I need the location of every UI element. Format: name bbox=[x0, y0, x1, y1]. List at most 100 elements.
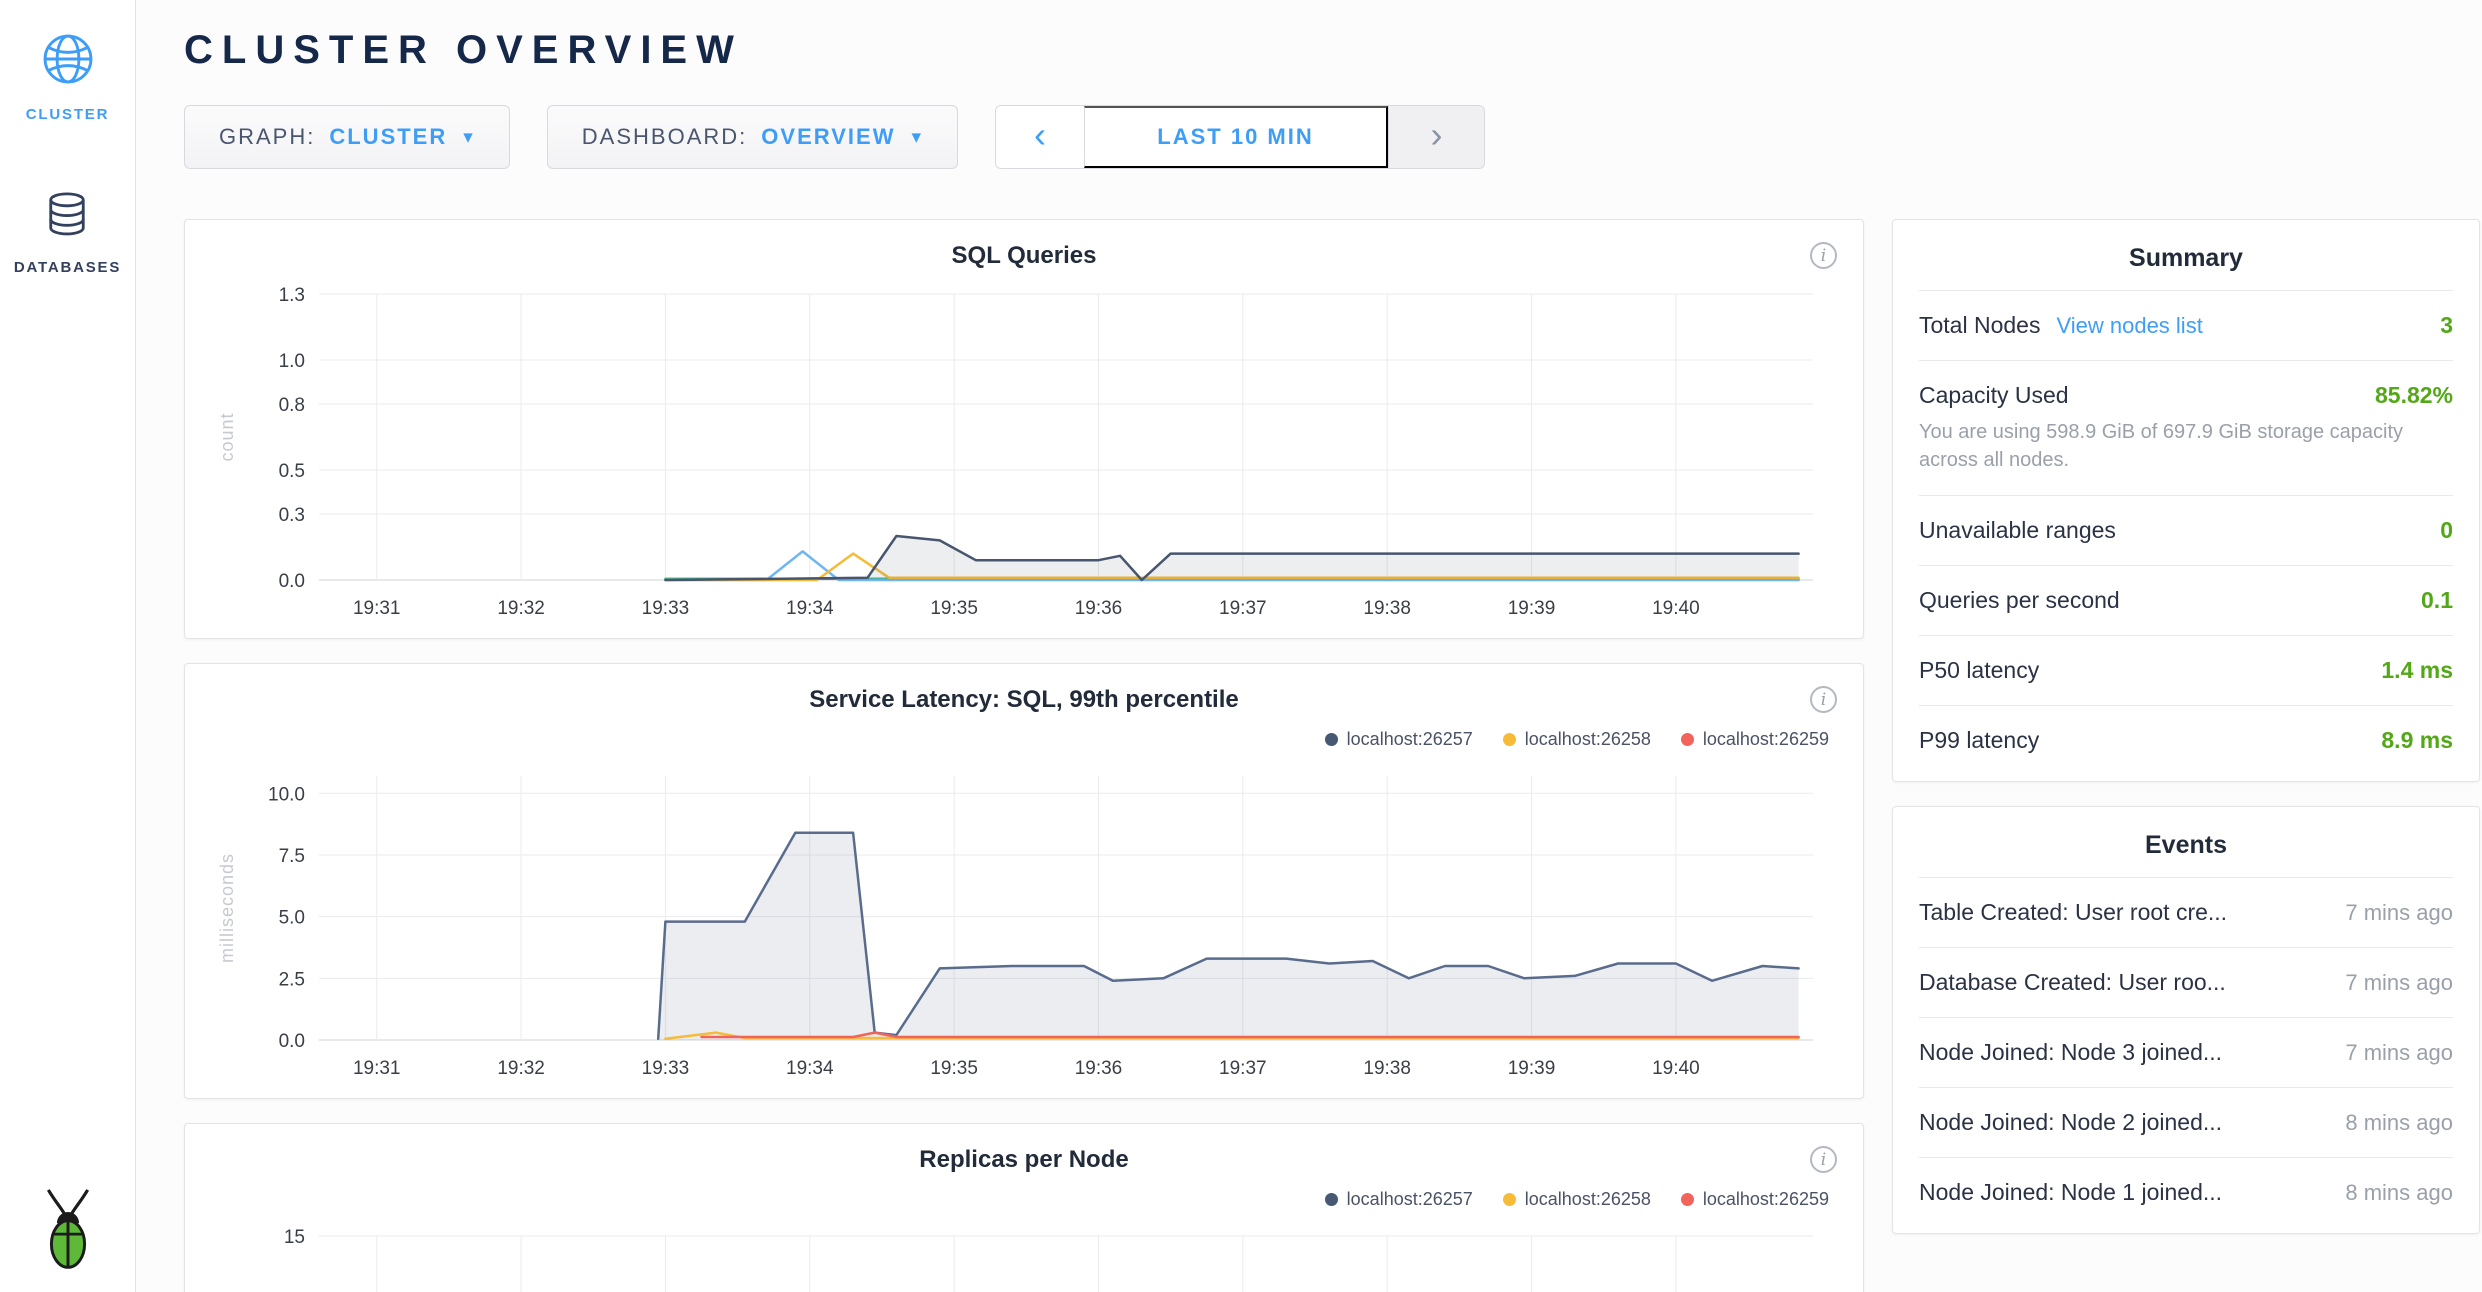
event-row[interactable]: Table Created: User root cre... 7 mins a… bbox=[1919, 878, 2453, 948]
svg-text:19:39: 19:39 bbox=[1508, 598, 1556, 619]
svg-text:19:40: 19:40 bbox=[1652, 598, 1700, 619]
svg-text:0.0: 0.0 bbox=[279, 1031, 305, 1052]
cockroachdb-logo bbox=[31, 1185, 105, 1276]
p99-label: P99 latency bbox=[1919, 727, 2039, 754]
chart-legend: localhost:26257 localhost:26258 localhost:… bbox=[209, 726, 1829, 752]
summary-row-total-nodes: Total Nodes View nodes list 3 bbox=[1919, 291, 2453, 361]
event-time: 8 mins ago bbox=[2345, 1110, 2453, 1136]
total-nodes-value: 3 bbox=[2440, 312, 2453, 339]
time-prev-button[interactable]: ‹ bbox=[996, 106, 1084, 168]
graph-dropdown-label: GRAPH: bbox=[219, 124, 315, 150]
event-text: Node Joined: Node 2 joined... bbox=[1919, 1109, 2222, 1136]
chevron-left-icon: ‹ bbox=[1034, 114, 1046, 156]
dashboard-content: SQL Queries i 0.00.30.50.81.01.319:3119:… bbox=[184, 219, 2482, 1292]
svg-text:19:36: 19:36 bbox=[1075, 1058, 1123, 1079]
svg-text:19:33: 19:33 bbox=[642, 1058, 690, 1079]
svg-text:0.3: 0.3 bbox=[279, 505, 305, 526]
summary-row-p50: P50 latency 1.4 ms bbox=[1919, 636, 2453, 706]
info-icon[interactable]: i bbox=[1810, 686, 1837, 713]
unavailable-ranges-label: Unavailable ranges bbox=[1919, 517, 2116, 544]
event-text: Node Joined: Node 3 joined... bbox=[1919, 1039, 2222, 1066]
chart-card-service-latency: Service Latency: SQL, 99th percentile i … bbox=[184, 663, 1864, 1099]
event-row[interactable]: Node Joined: Node 3 joined... 7 mins ago bbox=[1919, 1018, 2453, 1088]
graph-dropdown[interactable]: GRAPH: CLUSTER ▾ bbox=[184, 105, 510, 169]
svg-text:19:32: 19:32 bbox=[497, 1058, 545, 1079]
view-nodes-link[interactable]: View nodes list bbox=[2056, 313, 2202, 339]
svg-text:19:32: 19:32 bbox=[497, 598, 545, 619]
total-nodes-label: Total Nodes bbox=[1919, 312, 2040, 339]
legend-item[interactable]: localhost:26259 bbox=[1681, 1189, 1829, 1210]
summary-row-qps: Queries per second 0.1 bbox=[1919, 566, 2453, 636]
legend-item[interactable]: localhost:26259 bbox=[1681, 729, 1829, 750]
chart-title: Service Latency: SQL, 99th percentile bbox=[209, 686, 1839, 714]
chart-title: Replicas per Node bbox=[209, 1146, 1839, 1174]
svg-text:0.5: 0.5 bbox=[279, 461, 305, 482]
svg-text:7.5: 7.5 bbox=[279, 846, 305, 867]
chart-card-sql-queries: SQL Queries i 0.00.30.50.81.01.319:3119:… bbox=[184, 219, 1864, 639]
svg-text:19:38: 19:38 bbox=[1363, 1058, 1411, 1079]
chart-legend: localhost:26257 localhost:26258 localhost:… bbox=[209, 1186, 1829, 1212]
capacity-label: Capacity Used bbox=[1919, 382, 2069, 409]
event-text: Table Created: User root cre... bbox=[1919, 899, 2227, 926]
event-time: 7 mins ago bbox=[2345, 1040, 2453, 1066]
legend-label: localhost:26258 bbox=[1525, 1189, 1651, 1210]
svg-text:19:37: 19:37 bbox=[1219, 598, 1267, 619]
unavailable-ranges-value: 0 bbox=[2440, 517, 2453, 544]
capacity-value: 85.82% bbox=[2375, 382, 2453, 409]
legend-item[interactable]: localhost:26258 bbox=[1503, 1189, 1651, 1210]
legend-item[interactable]: localhost:26257 bbox=[1325, 729, 1473, 750]
svg-text:19:34: 19:34 bbox=[786, 1058, 834, 1079]
sidebar-item-cluster[interactable]: CLUSTER bbox=[26, 30, 109, 123]
svg-text:19:40: 19:40 bbox=[1652, 1058, 1700, 1079]
capacity-subtext: You are using 598.9 GiB of 697.9 GiB sto… bbox=[1919, 418, 2453, 474]
cluster-overview-page: CLUSTER DATABASES bbox=[0, 0, 2482, 1292]
svg-text:0.0: 0.0 bbox=[279, 571, 305, 592]
dashboard-dropdown[interactable]: DASHBOARD: OVERVIEW ▾ bbox=[547, 105, 958, 169]
legend-item[interactable]: localhost:26258 bbox=[1503, 729, 1651, 750]
event-row[interactable]: Node Joined: Node 1 joined... 8 mins ago bbox=[1919, 1158, 2453, 1227]
summary-panel: Summary Total Nodes View nodes list 3 Ca… bbox=[1892, 219, 2480, 782]
qps-value: 0.1 bbox=[2421, 587, 2453, 614]
svg-text:19:31: 19:31 bbox=[353, 598, 401, 619]
p50-value: 1.4 ms bbox=[2381, 657, 2453, 684]
svg-text:19:33: 19:33 bbox=[642, 598, 690, 619]
svg-text:19:36: 19:36 bbox=[1075, 598, 1123, 619]
event-text: Node Joined: Node 1 joined... bbox=[1919, 1179, 2222, 1206]
svg-text:milliseconds: milliseconds bbox=[217, 853, 237, 963]
svg-text:1.0: 1.0 bbox=[279, 351, 305, 372]
dashboard-dropdown-value: OVERVIEW bbox=[761, 124, 895, 150]
databases-icon bbox=[41, 189, 93, 246]
svg-text:19:35: 19:35 bbox=[930, 598, 978, 619]
event-row[interactable]: Node Joined: Node 2 joined... 8 mins ago bbox=[1919, 1088, 2453, 1158]
legend-item[interactable]: localhost:26257 bbox=[1325, 1189, 1473, 1210]
legend-label: localhost:26259 bbox=[1703, 1189, 1829, 1210]
summary-row-unavailable-ranges: Unavailable ranges 0 bbox=[1919, 496, 2453, 566]
sidebar-item-databases[interactable]: DATABASES bbox=[14, 189, 121, 276]
globe-icon bbox=[39, 30, 97, 93]
svg-text:19:34: 19:34 bbox=[786, 598, 834, 619]
info-icon[interactable]: i bbox=[1810, 242, 1837, 269]
summary-title: Summary bbox=[1919, 224, 2453, 291]
legend-label: localhost:26258 bbox=[1525, 729, 1651, 750]
svg-text:19:37: 19:37 bbox=[1219, 1058, 1267, 1079]
charts-column: SQL Queries i 0.00.30.50.81.01.319:3119:… bbox=[184, 219, 1864, 1292]
replicas-per-node-chart: 05101519:3119:3219:3319:3419:3519:3619:3… bbox=[209, 1220, 1841, 1292]
info-icon[interactable]: i bbox=[1810, 1146, 1837, 1173]
event-row[interactable]: Database Created: User roo... 7 mins ago bbox=[1919, 948, 2453, 1018]
svg-text:19:31: 19:31 bbox=[353, 1058, 401, 1079]
qps-label: Queries per second bbox=[1919, 587, 2120, 614]
graph-dropdown-value: CLUSTER bbox=[329, 124, 447, 150]
summary-row-p99: P99 latency 8.9 ms bbox=[1919, 706, 2453, 775]
time-range-label[interactable]: LAST 10 MIN bbox=[1084, 106, 1388, 168]
event-time: 8 mins ago bbox=[2345, 1180, 2453, 1206]
legend-dot-icon bbox=[1681, 1193, 1694, 1206]
sql-queries-chart: 0.00.30.50.81.01.319:3119:3219:3319:3419… bbox=[209, 278, 1841, 630]
legend-label: localhost:26257 bbox=[1347, 1189, 1473, 1210]
legend-dot-icon bbox=[1325, 1193, 1338, 1206]
sidebar: CLUSTER DATABASES bbox=[0, 0, 136, 1292]
time-next-button[interactable]: › bbox=[1388, 106, 1484, 168]
p99-value: 8.9 ms bbox=[2381, 727, 2453, 754]
main-content: CLUSTER OVERVIEW GRAPH: CLUSTER ▾ DASHBO… bbox=[136, 0, 2482, 1292]
svg-text:19:39: 19:39 bbox=[1508, 1058, 1556, 1079]
chevron-down-icon: ▾ bbox=[911, 126, 923, 149]
